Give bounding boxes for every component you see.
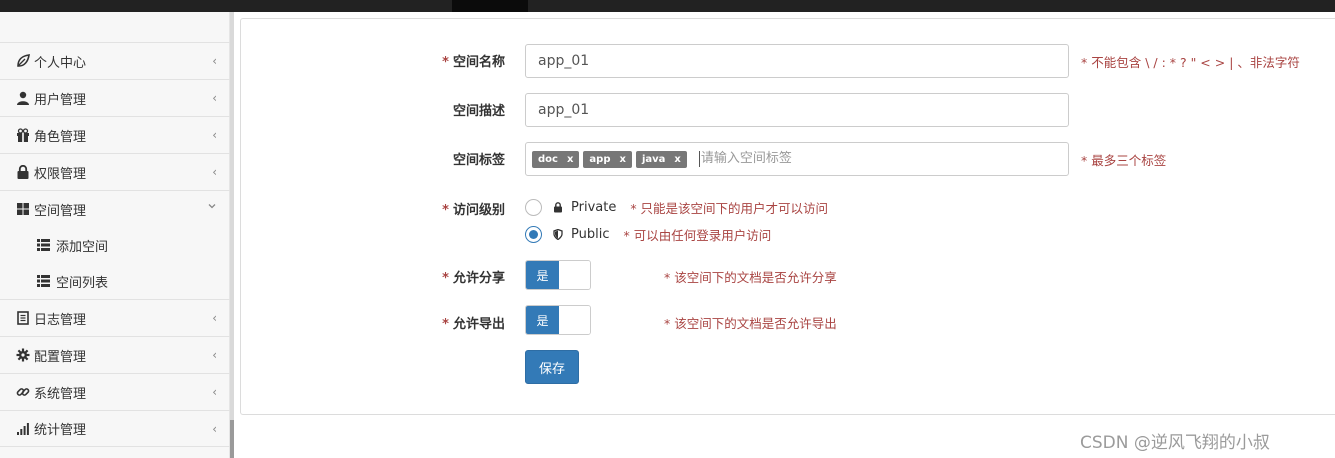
space-tags-label: 空间标签 xyxy=(452,153,505,168)
chevron-left-icon: ‹ xyxy=(212,311,217,325)
chevron-left-icon: ‹ xyxy=(212,54,217,68)
public-radio[interactable] xyxy=(525,226,542,243)
space-name-hint: * 不能包含 \ / : * ? " < > | 、非法字符 xyxy=(1081,55,1300,70)
sidebar-item-statistics[interactable]: 统计管理 ‹ xyxy=(0,410,230,447)
sidebar-item-permissions[interactable]: 权限管理 ‹ xyxy=(0,153,230,190)
sidebar-item-label: 日志管理 xyxy=(34,312,87,328)
lock-icon xyxy=(15,164,31,180)
access-public-option[interactable]: Public * 可以由任何登录用户访问 xyxy=(525,225,771,244)
lock-icon xyxy=(553,202,563,213)
user-icon xyxy=(15,90,31,106)
sidebar-item-logs[interactable]: 日志管理 ‹ xyxy=(0,299,230,336)
sidebar-item-label: 个人中心 xyxy=(34,55,87,71)
space-desc-input[interactable]: app_01 xyxy=(525,93,1069,127)
sidebar-item-users[interactable]: 用户管理 ‹ xyxy=(0,79,230,116)
chevron-left-icon: ‹ xyxy=(212,348,217,362)
gear-icon xyxy=(15,347,31,363)
toggle-handle xyxy=(559,261,590,289)
sidebar-item-label: 权限管理 xyxy=(34,166,87,182)
sidebar-item-label: 系统管理 xyxy=(34,386,87,402)
sidebar-item-label: 配置管理 xyxy=(34,349,87,365)
tag-chip: app x xyxy=(583,150,632,168)
chevron-left-icon: ‹ xyxy=(212,385,217,399)
tag-chip: doc x xyxy=(532,150,580,168)
tag-remove-button[interactable]: x xyxy=(620,154,626,165)
public-option-hint: * 可以由任何登录用户访问 xyxy=(623,228,772,243)
sidebar: 个人中心 ‹ 用户管理 ‹ 角色管理 ‹ 权限管理 ‹ 空间管理 添加空间 空间… xyxy=(0,12,230,458)
chevron-left-icon: ‹ xyxy=(212,422,217,436)
private-radio[interactable] xyxy=(525,199,542,216)
chevron-left-icon: ‹ xyxy=(212,91,217,105)
tag-remove-button[interactable]: x xyxy=(674,154,680,165)
allow-share-hint: * 该空间下的文档是否允许分享 xyxy=(664,270,837,285)
sidebar-item-label: 角色管理 xyxy=(34,129,87,145)
sidebar-item-space-management[interactable]: 空间管理 xyxy=(0,190,230,227)
allow-export-hint: * 该空间下的文档是否允许导出 xyxy=(664,316,837,331)
list-icon xyxy=(37,238,51,252)
private-option-label: Private xyxy=(571,200,617,215)
toggle-on-label: 是 xyxy=(526,261,559,289)
grid-icon xyxy=(15,201,31,217)
sidebar-item-config[interactable]: 配置管理 ‹ xyxy=(0,336,230,373)
allow-share-toggle[interactable]: 是 xyxy=(525,260,591,290)
tag-remove-button[interactable]: x xyxy=(567,154,573,165)
top-navbar xyxy=(0,0,1335,12)
sidebar-item-system[interactable]: 系统管理 ‹ xyxy=(0,373,230,410)
sidebar-item-label: 空间管理 xyxy=(34,203,87,219)
space-name-label: * 空间名称 xyxy=(442,55,505,70)
toggle-handle xyxy=(559,306,590,334)
space-tags-hint: * 最多三个标签 xyxy=(1081,153,1167,168)
chevron-left-icon: ‹ xyxy=(212,165,217,179)
watermark: CSDN @逆风飞翔的小叔 xyxy=(1080,433,1270,453)
tag-chip: java x xyxy=(635,150,687,168)
sidebar-item-roles[interactable]: 角色管理 ‹ xyxy=(0,116,230,153)
sidebar-subitem-add-space[interactable]: 添加空间 xyxy=(0,227,230,263)
access-level-label: * 访问级别 xyxy=(442,203,505,218)
sidebar-subitem-label: 添加空间 xyxy=(56,239,109,255)
book-icon xyxy=(15,310,31,326)
sidebar-item-personal-center[interactable]: 个人中心 ‹ xyxy=(0,42,230,79)
space-name-input[interactable]: app_01 xyxy=(525,44,1069,78)
gift-icon xyxy=(15,127,31,143)
sidebar-item-label: 统计管理 xyxy=(34,423,87,438)
tag-text-input[interactable]: 请输入空间标签 xyxy=(698,151,792,167)
sidebar-subitem-label: 空间列表 xyxy=(56,275,109,291)
bar-chart-icon xyxy=(15,421,31,437)
chevron-left-icon: ‹ xyxy=(212,128,217,142)
list-icon xyxy=(37,274,51,288)
space-tags-input[interactable]: doc x app x java x 请输入空间标签 xyxy=(525,142,1069,176)
link-icon xyxy=(15,384,31,400)
allow-export-toggle[interactable]: 是 xyxy=(525,305,591,335)
shield-icon xyxy=(553,229,563,240)
private-option-hint: * 只能是该空间下的用户才可以访问 xyxy=(630,201,829,216)
space-desc-label: 空间描述 xyxy=(452,104,505,119)
access-private-option[interactable]: Private * 只能是该空间下的用户才可以访问 xyxy=(525,198,828,217)
leaf-icon xyxy=(15,53,31,69)
sidebar-scrollbar[interactable] xyxy=(230,12,234,458)
sidebar-scrollbar-thumb[interactable] xyxy=(230,420,234,458)
toggle-on-label: 是 xyxy=(526,306,559,334)
sidebar-subitem-space-list[interactable]: 空间列表 xyxy=(0,263,230,299)
sidebar-menu: 个人中心 ‹ 用户管理 ‹ 角色管理 ‹ 权限管理 ‹ 空间管理 添加空间 空间… xyxy=(0,42,230,447)
chevron-down-icon xyxy=(207,200,217,214)
allow-share-label: * 允许分享 xyxy=(442,271,505,286)
sidebar-item-label: 用户管理 xyxy=(34,92,87,108)
save-button[interactable]: 保存 xyxy=(525,350,579,384)
top-navbar-active-area xyxy=(452,0,528,12)
allow-export-label: * 允许导出 xyxy=(442,317,505,332)
public-option-label: Public xyxy=(571,227,610,242)
